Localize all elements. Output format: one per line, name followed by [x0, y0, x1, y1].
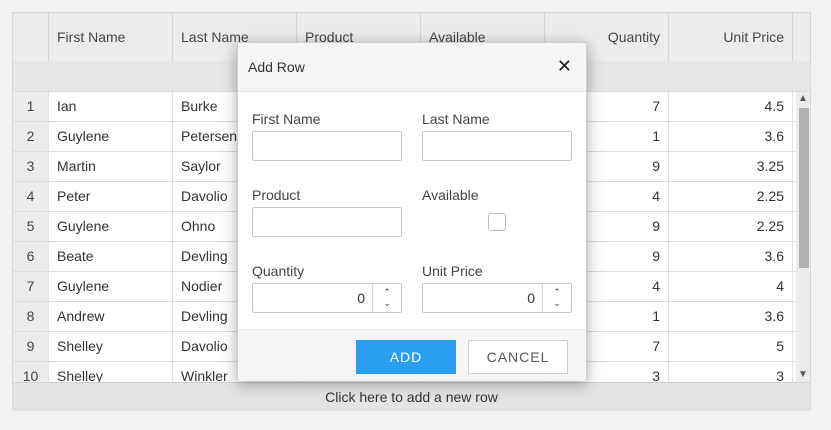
row-number-cell: 1: [13, 92, 49, 121]
dialog-footer: ADD CANCEL: [238, 329, 586, 381]
unit-price-cell[interactable]: 3.25: [669, 152, 793, 181]
row-number-cell: 8: [13, 302, 49, 331]
add-button[interactable]: ADD: [356, 340, 456, 374]
add-row-dialog: Add Row ✕ First Name Last Name Product A…: [237, 42, 587, 381]
row-number-cell: 5: [13, 212, 49, 241]
quantity-value[interactable]: 0: [357, 290, 365, 306]
column-header-unit-price[interactable]: Unit Price: [669, 13, 793, 61]
add-new-row-bar[interactable]: Click here to add a new row: [13, 382, 810, 411]
unit-price-cell[interactable]: 3.6: [669, 302, 793, 331]
close-icon[interactable]: ✕: [557, 55, 572, 77]
chevron-down-icon[interactable]: ⌄: [543, 297, 571, 309]
first-name-cell[interactable]: Peter: [49, 182, 173, 211]
available-label: Available: [422, 187, 479, 203]
column-header-row-number: [13, 13, 49, 61]
row-number-cell: 6: [13, 242, 49, 271]
first-name-cell[interactable]: Guylene: [49, 272, 173, 301]
unit-price-cell[interactable]: 3.6: [669, 242, 793, 271]
cancel-button[interactable]: CANCEL: [468, 340, 568, 374]
unit-price-cell[interactable]: 2.25: [669, 212, 793, 241]
unit-price-stepper[interactable]: 0 ⌃ ⌄: [422, 283, 572, 313]
unit-price-value[interactable]: 0: [527, 290, 535, 306]
unit-price-cell[interactable]: 5: [669, 332, 793, 361]
dialog-header: Add Row ✕: [238, 43, 586, 92]
first-name-cell[interactable]: Beate: [49, 242, 173, 271]
chevron-up-icon[interactable]: ▲: [796, 92, 810, 106]
first-name-input[interactable]: [253, 132, 401, 160]
first-name-cell[interactable]: Guylene: [49, 212, 173, 241]
row-number-cell: 9: [13, 332, 49, 361]
last-name-label: Last Name: [422, 111, 490, 127]
first-name-cell[interactable]: Shelley: [49, 332, 173, 361]
unit-price-cell[interactable]: 2.25: [669, 182, 793, 211]
last-name-field[interactable]: [422, 131, 572, 161]
chevron-down-icon[interactable]: ⌄: [373, 297, 401, 309]
unit-price-label: Unit Price: [422, 263, 483, 279]
first-name-label: First Name: [252, 111, 321, 127]
dialog-title: Add Row: [248, 59, 305, 75]
unit-price-cell[interactable]: 4.5: [669, 92, 793, 121]
first-name-cell[interactable]: Shelley: [49, 362, 173, 382]
unit-price-cell[interactable]: 3.6: [669, 122, 793, 151]
unit-price-cell[interactable]: 4: [669, 272, 793, 301]
available-checkbox[interactable]: [488, 213, 506, 231]
quantity-spinner[interactable]: ⌃ ⌄: [372, 284, 401, 312]
first-name-cell[interactable]: Andrew: [49, 302, 173, 331]
product-input[interactable]: [253, 208, 401, 236]
vertical-scrollbar[interactable]: ▲ ▼: [796, 92, 810, 382]
first-name-cell[interactable]: Martin: [49, 152, 173, 181]
row-number-cell: 10: [13, 362, 49, 382]
row-number-cell: 3: [13, 152, 49, 181]
row-number-cell: 2: [13, 122, 49, 151]
scrollbar-thumb[interactable]: [799, 108, 809, 268]
product-label: Product: [252, 187, 301, 203]
first-name-cell[interactable]: Ian: [49, 92, 173, 121]
first-name-field[interactable]: [252, 131, 402, 161]
row-number-cell: 4: [13, 182, 49, 211]
quantity-label: Quantity: [252, 263, 305, 279]
first-name-cell[interactable]: Guylene: [49, 122, 173, 151]
chevron-down-icon[interactable]: ▼: [796, 368, 810, 382]
last-name-input[interactable]: [423, 132, 571, 160]
column-header-first-name[interactable]: First Name: [49, 13, 173, 61]
unit-price-spinner[interactable]: ⌃ ⌄: [542, 284, 571, 312]
unit-price-cell[interactable]: 3: [669, 362, 793, 382]
product-field[interactable]: [252, 207, 402, 237]
quantity-stepper[interactable]: 0 ⌃ ⌄: [252, 283, 402, 313]
row-number-cell: 7: [13, 272, 49, 301]
